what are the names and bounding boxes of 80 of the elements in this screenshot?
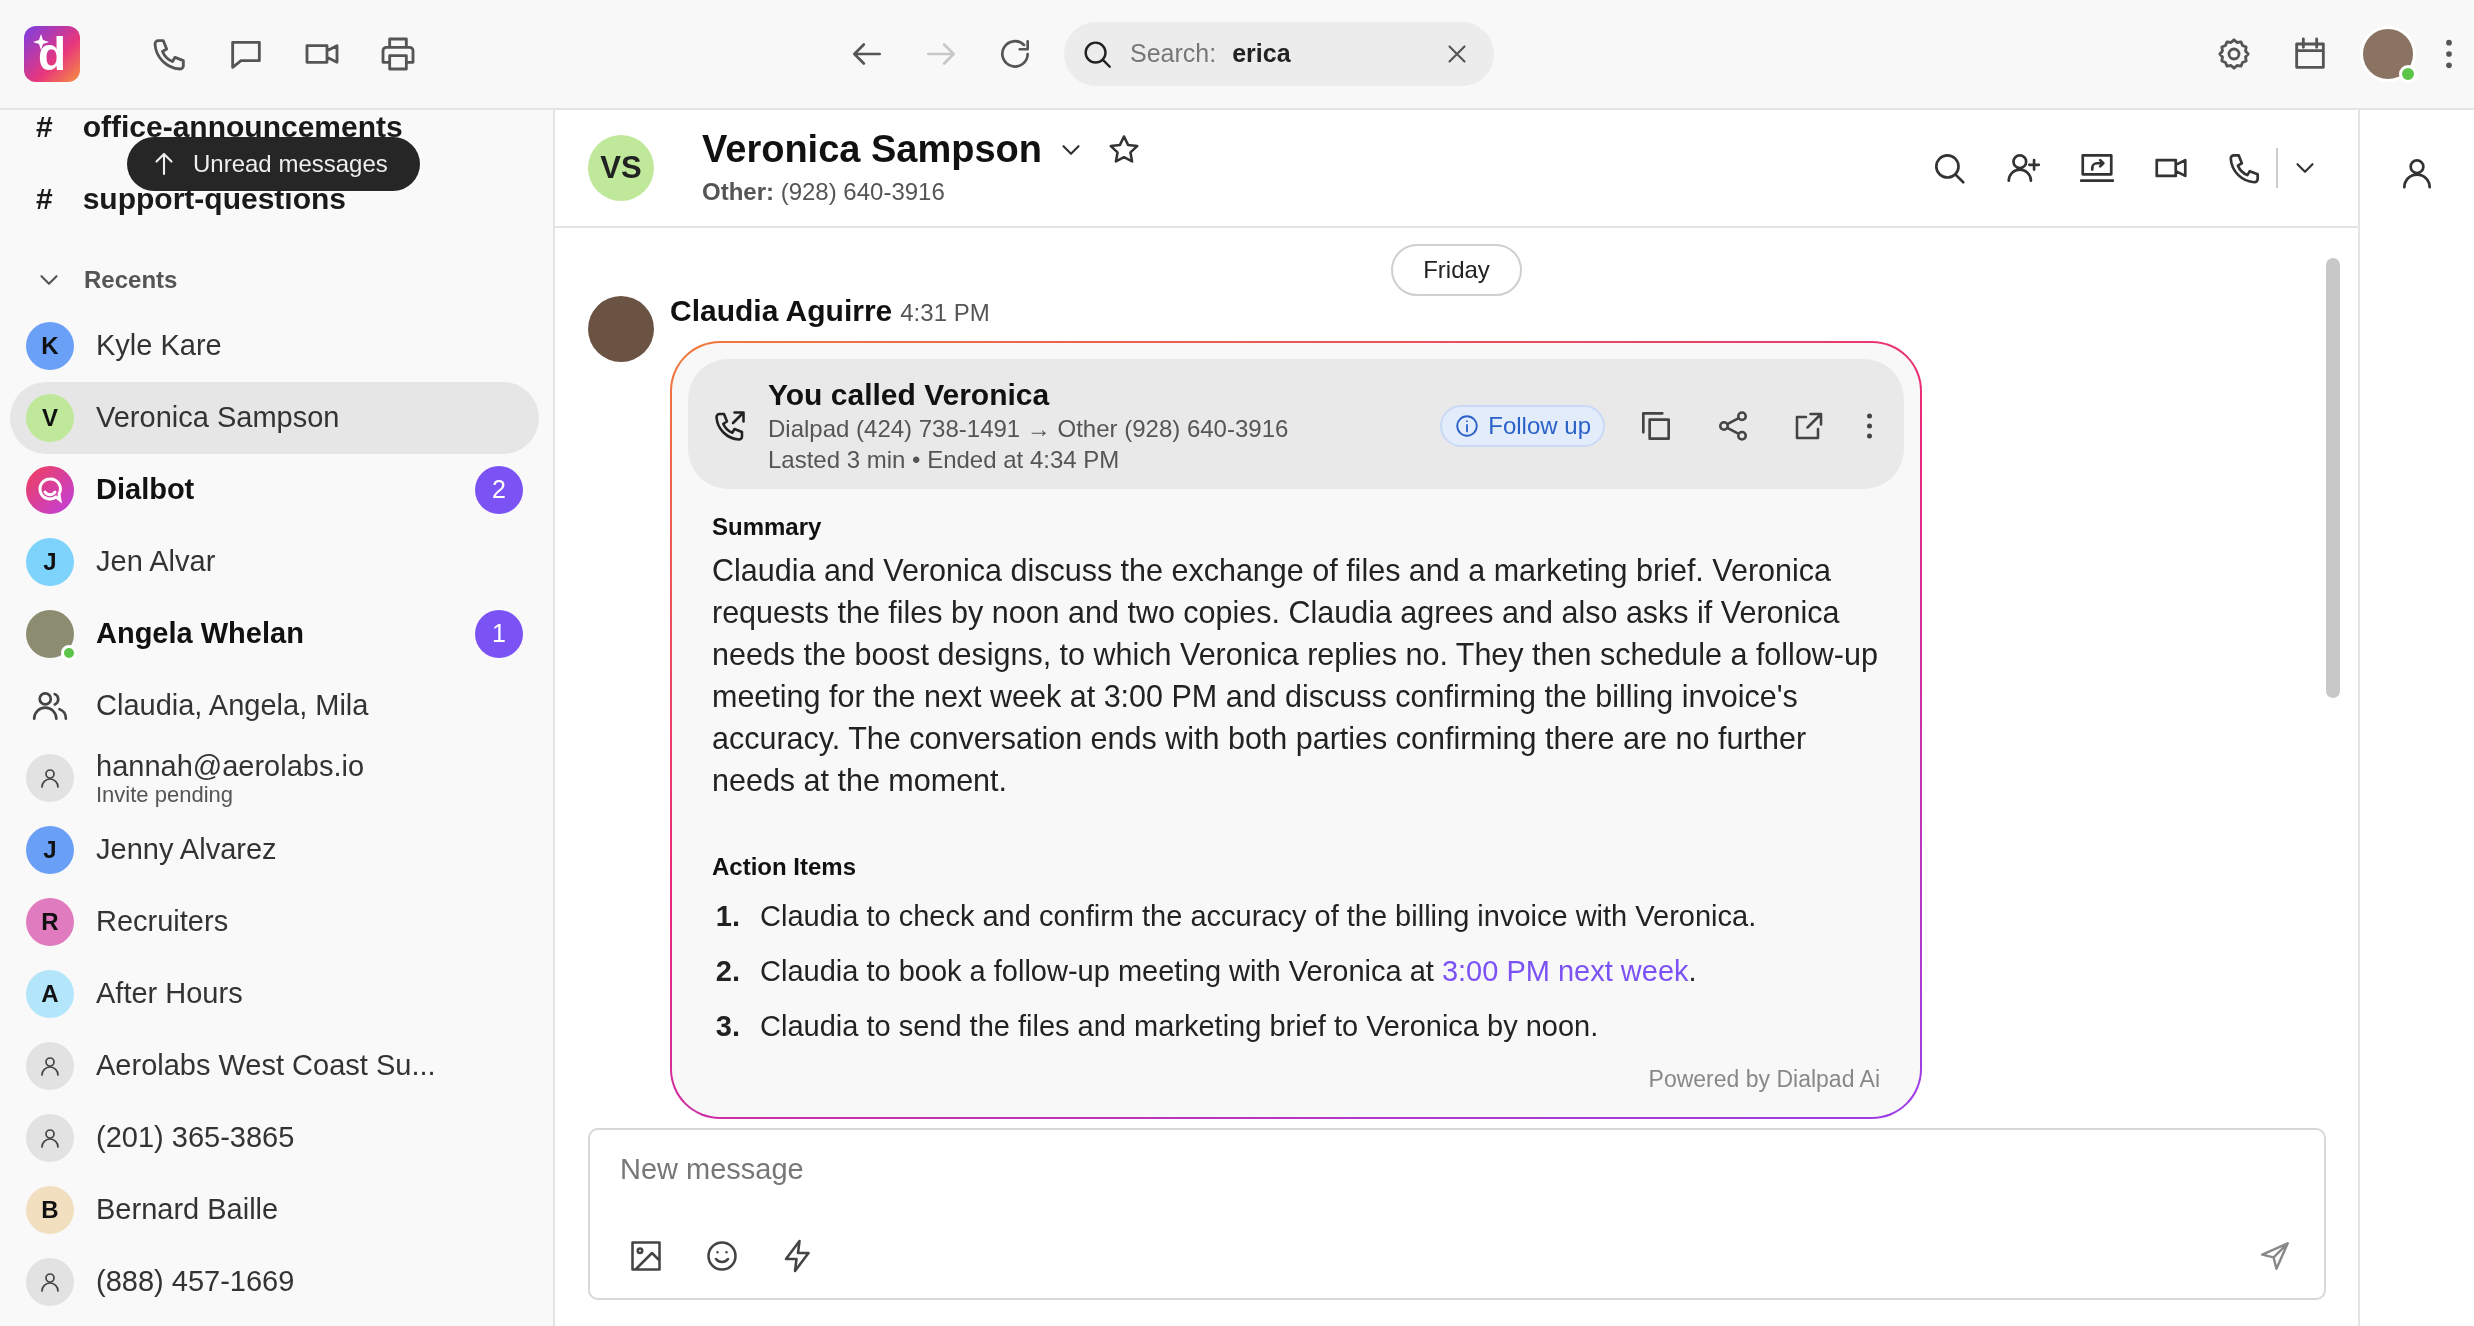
contact-name: After Hours [96,977,243,1011]
contact-name: Bernard Baille [96,1193,279,1227]
list-number: 3. [714,1009,740,1045]
unread-count: 2 [475,466,523,514]
contact-name: Jenny Alvarez [96,833,277,867]
person-icon [38,1270,62,1294]
info-icon [1454,413,1481,440]
contact-name: Recruiters [96,905,229,939]
message-input[interactable]: New message [620,1148,2300,1192]
call-details: Lasted 3 min • Ended at 4:34 PM [768,445,1121,476]
contact-name: hannah@aerolabs.io [96,750,365,784]
action-items-heading: Action Items [712,852,858,883]
unread-count: 1 [475,610,523,658]
initial-avatar: A [26,970,74,1018]
time-link[interactable]: 3:00 PM next week [1441,955,1689,988]
contact-avatar: VS [588,135,654,201]
initial-avatar: J [26,538,74,586]
smiley-icon [704,1238,740,1274]
send-icon [2258,1239,2292,1273]
hash-mark: # [36,110,53,145]
conversation-item[interactable]: Aerolabs West Coast Su... [10,1030,539,1102]
contact-number: Other: (928) 640-3916 [702,177,946,207]
action-item-text: Claudia to send the files and marketing brief to Veronica by noon. [760,1009,1599,1045]
recents-header[interactable]: Recents [0,250,553,310]
initial-avatar: V [26,394,74,442]
conversation-item[interactable]: B Bernard Baille [10,1174,539,1246]
summary-heading: Summary [712,512,823,543]
initial-avatar: K [26,322,74,370]
call-title: You called Veronica [768,377,1051,413]
summary-text: Claudia and Veronica discuss the exchange of files and a marketing brief. Veronica requests the files by noon and two copies. Claudia agrees and also asks if Veronica needs the boost designs, to which Veronica replies no. They then schedule a follow-up meeting for the next week at 3:00 PM and discuss confirming the billing invoice's accuracy. The conversation ends with both parties confirming there are no further needs at the moment. [712,552,1879,800]
contact-status: Invite pending [96,783,234,806]
contact-name: Jen Alvar [96,545,216,579]
conversation-item[interactable]: R Recruiters [10,886,539,958]
list-number: 2. [714,954,740,990]
conversation-item[interactable]: A After Hours [10,958,539,1030]
action-item-text: Claudia to book a follow-up meeting with Veronica at 3:00 PM next week. [760,954,1697,990]
contact-name: Veronica Sampson [96,401,340,435]
contact-name: Claudia, Angela, Mila [96,689,369,723]
contact-name: Kyle Kare [96,329,222,363]
search-field[interactable]: Search: erica [1064,22,1494,86]
conversation-item[interactable]: J Jenny Alvarez [10,814,539,886]
conversation-item[interactable]: (201) 365-3865 [10,1102,539,1174]
conversation-item[interactable]: Claudia, Angela, Mila [10,670,539,742]
person-icon [38,1126,62,1150]
search-value: erica [1232,38,1291,70]
more-icon [2446,37,2452,71]
search-label: Search: [1130,38,1217,70]
date-divider: Friday [1391,244,1522,296]
sender-name: Claudia Aguirre [670,293,893,329]
follow-up-button[interactable]: Follow up [1440,405,1605,448]
unread-messages-toast[interactable]: Unread messages [127,137,420,191]
contact-name: Veronica Sampson [702,129,1042,171]
powered-by-label: Powered by Dialpad Ai [1648,1065,1880,1095]
initial-avatar: J [26,826,74,874]
call-route: Dialpad (424) 738-1491 → Other (928) 640-3916 [768,414,1289,444]
conversation-item[interactable]: (888) 457-1669 [10,1246,539,1318]
person-icon [38,1054,62,1078]
scrollbar[interactable] [2326,258,2340,698]
conversation-item[interactable]: Dialbot 2 [10,454,539,526]
action-item-text: Claudia to check and confirm the accuracy of the billing invoice with Veronica. [760,899,1757,935]
image-icon [628,1238,664,1274]
contact-name: (888) 457-1669 [96,1265,295,1299]
hash-mark: # [36,180,53,217]
contact-name: (201) 365-3865 [96,1121,295,1155]
conversation-item[interactable]: hannah@aerolabs.io Invite pending [10,742,539,814]
initial-avatar: R [26,898,74,946]
contact-name: Aerolabs West Coast Su... [96,1049,436,1083]
conversation-item[interactable]: V Veronica Sampson [10,382,539,454]
message-time: 4:31 PM [900,298,990,328]
app-logo[interactable]: d [24,26,80,82]
conversation-item[interactable]: Angela Whelan 1 [10,598,539,670]
conversation-item[interactable]: J Jen Alvar [10,526,539,598]
contact-name: Angela Whelan [96,617,304,651]
bot-avatar-icon [26,466,74,514]
list-number: 1. [714,899,740,935]
conversation-item[interactable]: K Kyle Kare [10,310,539,382]
contact-name: Dialbot [96,473,195,507]
initial-avatar: B [26,1186,74,1234]
person-icon [38,766,62,790]
message-composer[interactable]: New message [588,1128,2326,1300]
